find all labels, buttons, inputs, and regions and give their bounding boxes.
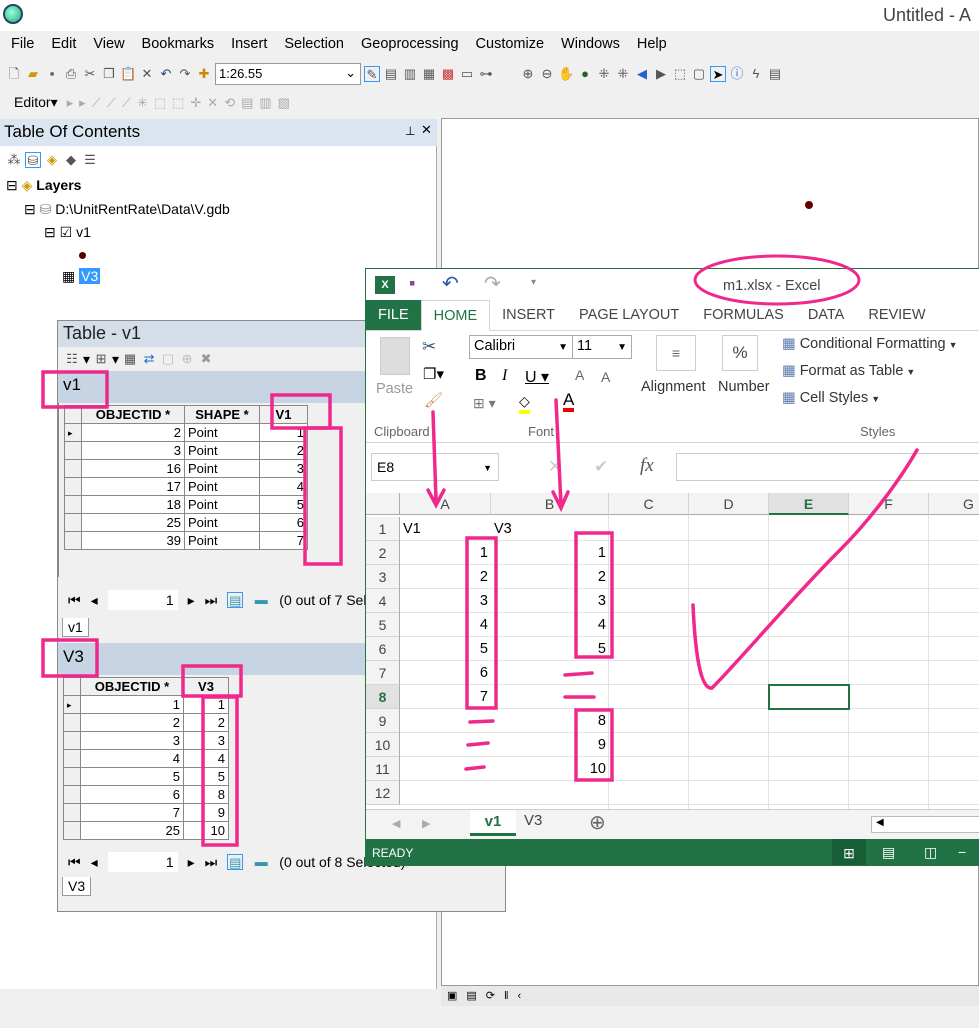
annotation-box-v1-tab [41,370,109,409]
annotation-box-v3-header [181,664,243,698]
annotation-arrow-a [426,410,446,509]
annotation-box-v1-values [303,426,343,566]
annotation-box-col-b-top [574,531,614,659]
annotation-circle-title [693,254,861,306]
annotation-box-v3-tab [41,638,99,678]
annotations-overlay [41,254,919,847]
annotation-dash-a10 [466,741,490,747]
annotation-dash-a9 [468,719,495,724]
annotation-box-col-a [465,536,498,710]
annotation-checkmark [691,448,919,690]
annotation-dash-b7 [563,671,594,677]
annotation-arrow-b [551,398,570,513]
annotation-dash-a11 [464,765,486,771]
annotation-box-v1-header [270,393,332,430]
annotation-box-v3-values [201,695,239,847]
annotation-box-col-b-bottom [574,708,614,782]
